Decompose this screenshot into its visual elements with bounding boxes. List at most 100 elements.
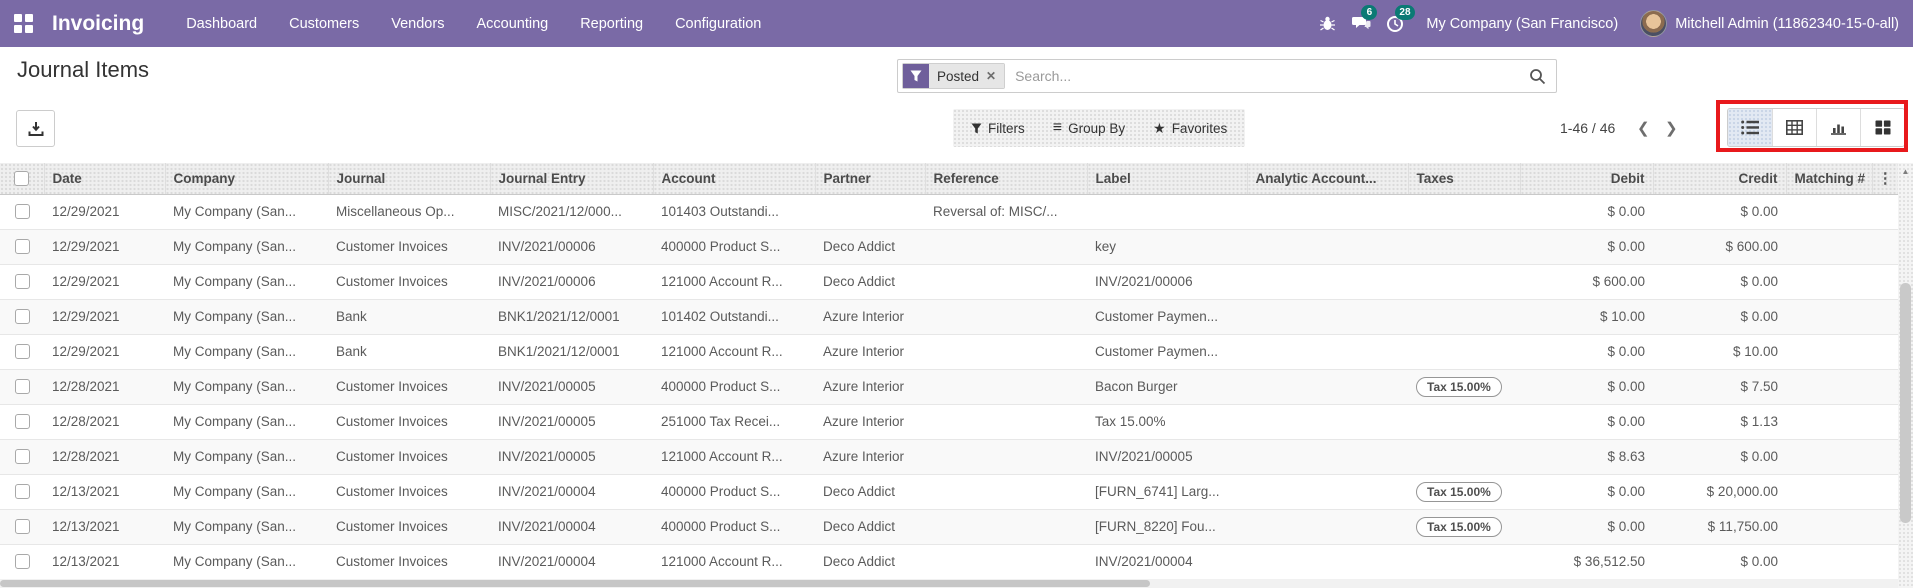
cell-taxes[interactable] — [1408, 334, 1520, 370]
cell-date[interactable]: 12/29/2021 — [44, 264, 165, 300]
cell-journal[interactable]: Miscellaneous Op... — [328, 194, 490, 230]
cell-analytic-account[interactable] — [1247, 474, 1408, 510]
pivot-view-button[interactable] — [1772, 109, 1816, 146]
cell-reference[interactable] — [925, 229, 1087, 265]
column-journal-entry[interactable]: Journal Entry — [489, 163, 653, 195]
cell-label[interactable] — [1087, 194, 1247, 230]
kanban-view-button[interactable] — [1860, 109, 1904, 146]
scroll-up-icon[interactable]: ▲ — [1898, 163, 1913, 179]
cell-label[interactable]: Bacon Burger — [1087, 369, 1247, 405]
row-select-cell[interactable] — [0, 369, 44, 405]
cell-journal-entry[interactable]: INV/2021/00005 — [490, 404, 653, 440]
cell-debit[interactable]: $ 0.00 — [1520, 474, 1653, 510]
row-checkbox[interactable] — [14, 274, 30, 290]
column-label[interactable]: Label — [1086, 163, 1247, 195]
cell-journal[interactable]: Customer Invoices — [328, 439, 490, 475]
cell-journal-entry[interactable]: INV/2021/00004 — [490, 509, 653, 545]
row-select-cell[interactable] — [0, 194, 44, 230]
select-all-checkbox[interactable] — [14, 171, 30, 187]
cell-journal[interactable]: Customer Invoices — [328, 404, 490, 440]
column-partner[interactable]: Partner — [814, 163, 925, 195]
column-account[interactable]: Account — [652, 163, 815, 195]
column-journal[interactable]: Journal — [327, 163, 490, 195]
cell-company[interactable]: My Company (San... — [165, 474, 328, 510]
cell-label[interactable]: INV/2021/00005 — [1087, 439, 1247, 475]
cell-journal[interactable]: Customer Invoices — [328, 369, 490, 405]
group-by-button[interactable]: ≡ Group By — [1039, 109, 1139, 147]
column-matching[interactable]: Matching # — [1785, 163, 1872, 195]
cell-account[interactable]: 121000 Account R... — [653, 544, 815, 580]
cell-matching[interactable] — [1786, 264, 1872, 300]
cell-reference[interactable] — [925, 334, 1087, 370]
row-checkbox[interactable] — [14, 379, 30, 395]
cell-label[interactable]: [FURN_6741] Larg... — [1087, 474, 1247, 510]
cell-debit[interactable]: $ 8.63 — [1520, 439, 1653, 475]
cell-debit[interactable]: $ 0.00 — [1520, 194, 1653, 230]
cell-partner[interactable]: Azure Interior — [815, 369, 925, 405]
cell-reference[interactable] — [925, 509, 1087, 545]
table-row[interactable]: 12/28/2021 My Company (San... Customer I… — [0, 404, 1898, 440]
cell-matching[interactable] — [1786, 544, 1872, 580]
cell-account[interactable]: 101402 Outstandi... — [653, 299, 815, 335]
table-row[interactable]: 12/13/2021 My Company (San... Customer I… — [0, 509, 1898, 545]
cell-taxes[interactable] — [1408, 194, 1520, 230]
row-select-cell[interactable] — [0, 334, 44, 370]
cell-reference[interactable] — [925, 474, 1087, 510]
favorites-button[interactable]: ★ Favorites — [1139, 109, 1241, 147]
cell-journal-entry[interactable]: INV/2021/00004 — [490, 474, 653, 510]
cell-partner[interactable]: Deco Addict — [815, 229, 925, 265]
cell-reference[interactable] — [925, 404, 1087, 440]
row-checkbox[interactable] — [14, 519, 30, 535]
row-checkbox[interactable] — [14, 554, 30, 570]
column-reference[interactable]: Reference — [924, 163, 1087, 195]
cell-journal-entry[interactable]: MISC/2021/12/000... — [490, 194, 653, 230]
cell-analytic-account[interactable] — [1247, 509, 1408, 545]
row-select-cell[interactable] — [0, 404, 44, 440]
cell-journal-entry[interactable]: INV/2021/00006 — [490, 229, 653, 265]
cell-journal[interactable]: Bank — [328, 334, 490, 370]
debug-button[interactable] — [1310, 0, 1344, 47]
cell-company[interactable]: My Company (San... — [165, 404, 328, 440]
cell-partner[interactable]: Deco Addict — [815, 544, 925, 580]
company-switcher[interactable]: My Company (San Francisco) — [1412, 16, 1640, 32]
app-name[interactable]: Invoicing — [52, 12, 144, 36]
cell-debit[interactable]: $ 600.00 — [1520, 264, 1653, 300]
cell-label[interactable]: Customer Paymen... — [1087, 334, 1247, 370]
column-taxes[interactable]: Taxes — [1407, 163, 1520, 195]
cell-company[interactable]: My Company (San... — [165, 334, 328, 370]
cell-analytic-account[interactable] — [1247, 334, 1408, 370]
row-select-cell[interactable] — [0, 509, 44, 545]
cell-reference[interactable]: Reversal of: MISC/... — [925, 194, 1087, 230]
cell-reference[interactable] — [925, 264, 1087, 300]
cell-journal-entry[interactable]: INV/2021/00004 — [490, 544, 653, 580]
cell-journal-entry[interactable]: BNK1/2021/12/0001 — [490, 299, 653, 335]
cell-journal-entry[interactable]: BNK1/2021/12/0001 — [490, 334, 653, 370]
cell-reference[interactable] — [925, 544, 1087, 580]
cell-credit[interactable]: $ 600.00 — [1653, 229, 1786, 265]
cell-matching[interactable] — [1786, 439, 1872, 475]
cell-date[interactable]: 12/28/2021 — [44, 439, 165, 475]
user-menu[interactable]: Mitchell Admin (11862340-15-0-all) — [1675, 16, 1903, 32]
table-row[interactable]: 12/29/2021 My Company (San... Miscellane… — [0, 194, 1898, 230]
cell-company[interactable]: My Company (San... — [165, 264, 328, 300]
row-select-cell[interactable] — [0, 264, 44, 300]
cell-credit[interactable]: $ 0.00 — [1653, 439, 1786, 475]
row-checkbox[interactable] — [14, 239, 30, 255]
cell-label[interactable]: [FURN_8220] Fou... — [1087, 509, 1247, 545]
table-row[interactable]: 12/29/2021 My Company (San... Customer I… — [0, 229, 1898, 265]
cell-account[interactable]: 121000 Account R... — [653, 264, 815, 300]
row-select-cell[interactable] — [0, 474, 44, 510]
horizontal-scrollbar[interactable] — [0, 579, 1898, 588]
activities-button[interactable]: 28 — [1378, 0, 1415, 47]
cell-journal[interactable]: Customer Invoices — [328, 474, 490, 510]
row-checkbox[interactable] — [14, 414, 30, 430]
cell-label[interactable]: INV/2021/00006 — [1087, 264, 1247, 300]
cell-reference[interactable] — [925, 439, 1087, 475]
search-facet-posted[interactable]: Posted ✕ — [902, 63, 1006, 89]
menu-reporting[interactable]: Reporting — [564, 0, 659, 47]
row-select-cell[interactable] — [0, 229, 44, 265]
cell-company[interactable]: My Company (San... — [165, 194, 328, 230]
cell-label[interactable]: Tax 15.00% — [1087, 404, 1247, 440]
cell-taxes[interactable] — [1408, 404, 1520, 440]
cell-matching[interactable] — [1786, 404, 1872, 440]
